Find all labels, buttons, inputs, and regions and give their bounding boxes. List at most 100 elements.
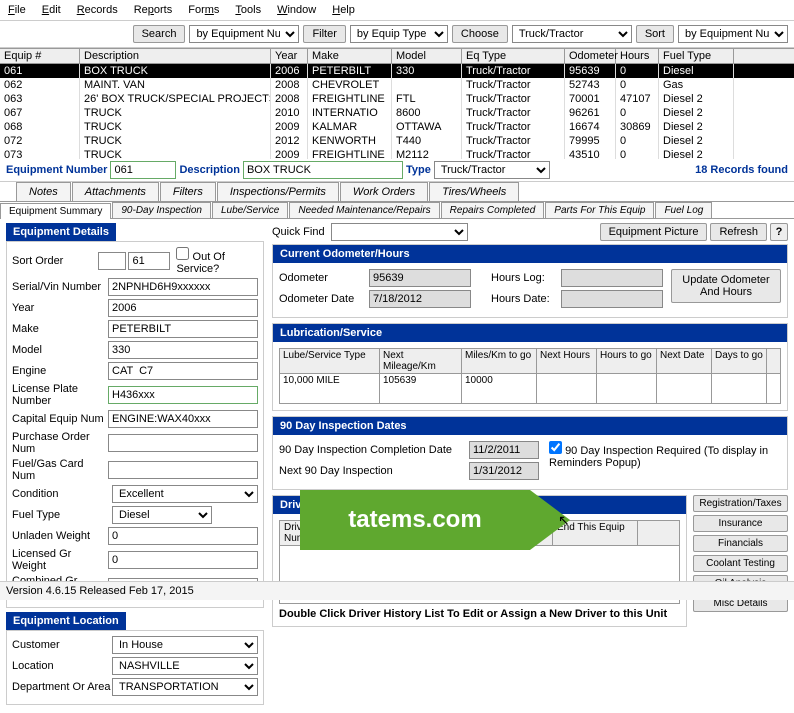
infobar: Equipment Number Description Type Truck/… bbox=[0, 159, 794, 182]
tab-inspections[interactable]: Inspections/Permits bbox=[217, 182, 339, 201]
tab-filters[interactable]: Filters bbox=[160, 182, 216, 201]
lube-col-htogo: Hours to go bbox=[597, 349, 657, 373]
odometer-section: Current Odometer/Hours Odometer Hours Lo… bbox=[272, 244, 788, 318]
condition-select[interactable]: Excellent bbox=[112, 485, 258, 503]
coolant-button[interactable]: Coolant Testing bbox=[693, 555, 788, 572]
tab-workorders[interactable]: Work Orders bbox=[340, 182, 428, 201]
table-row[interactable]: 072TRUCK2012KENWORTHT440Truck/Tractor799… bbox=[0, 134, 794, 148]
cursor-icon: ↖ bbox=[558, 512, 570, 529]
lube-grid-header: Lube/Service Type Next Mileage/Km Miles/… bbox=[279, 348, 781, 374]
menu-forms[interactable]: Forms bbox=[188, 4, 219, 16]
location-select[interactable]: NASHVILLE bbox=[112, 657, 258, 675]
grid-body[interactable]: 061BOX TRUCK2006PETERBILT330Truck/Tracto… bbox=[0, 64, 794, 159]
tab-summary[interactable]: Equipment Summary bbox=[0, 203, 111, 219]
menu-reports[interactable]: Reports bbox=[134, 4, 173, 16]
model-label: Model bbox=[12, 344, 108, 356]
col-equip[interactable]: Equip # bbox=[0, 49, 80, 63]
menu-tools[interactable]: Tools bbox=[235, 4, 261, 16]
capeq-field[interactable] bbox=[108, 410, 258, 428]
toolbar: Search by Equipment Num Filter by Equip … bbox=[0, 21, 794, 48]
tab-fuellog[interactable]: Fuel Log bbox=[655, 202, 712, 218]
vin-field[interactable] bbox=[108, 278, 258, 296]
engine-field[interactable] bbox=[108, 362, 258, 380]
choose-button[interactable]: Choose bbox=[452, 25, 508, 43]
col-make[interactable]: Make bbox=[308, 49, 392, 63]
outofservice-check[interactable]: Out Of Service? bbox=[176, 247, 258, 275]
tab-tires[interactable]: Tires/Wheels bbox=[429, 182, 519, 201]
sortorder-spin[interactable] bbox=[98, 252, 126, 270]
customer-select[interactable]: In House bbox=[112, 636, 258, 654]
tab-repairs[interactable]: Repairs Completed bbox=[441, 202, 545, 218]
tab-parts[interactable]: Parts For This Equip bbox=[545, 202, 654, 218]
eqnum-field[interactable] bbox=[110, 161, 176, 179]
tab-90day[interactable]: 90-Day Inspection bbox=[112, 202, 211, 218]
col-desc[interactable]: Description bbox=[80, 49, 271, 63]
tab-needed[interactable]: Needed Maintenance/Repairs bbox=[289, 202, 439, 218]
od-field[interactable] bbox=[369, 269, 471, 287]
table-row[interactable]: 062MAINT. VAN2008CHEVROLETTruck/Tractor5… bbox=[0, 78, 794, 92]
col-hrs[interactable]: Hours bbox=[616, 49, 659, 63]
insp-next-field[interactable] bbox=[469, 462, 539, 480]
financials-button[interactable]: Financials bbox=[693, 535, 788, 552]
sortorder-field[interactable] bbox=[128, 252, 170, 270]
tab-notes[interactable]: Notes bbox=[16, 182, 71, 201]
plate-field[interactable] bbox=[108, 386, 258, 404]
menu-file[interactable]: File bbox=[8, 4, 26, 16]
oddate-field[interactable] bbox=[369, 290, 471, 308]
table-row[interactable]: 068TRUCK2009KALMAROTTAWATruck/Tractor166… bbox=[0, 120, 794, 134]
year-field[interactable] bbox=[108, 299, 258, 317]
registration-button[interactable]: Registration/Taxes bbox=[693, 495, 788, 512]
quickfind-select[interactable] bbox=[331, 223, 469, 241]
help-icon[interactable]: ? bbox=[770, 223, 788, 241]
hrdate-field[interactable] bbox=[561, 290, 663, 308]
oddate-label: Odometer Date bbox=[279, 293, 369, 305]
po-field[interactable] bbox=[108, 434, 258, 452]
lube-section: Lubrication/Service Lube/Service Type Ne… bbox=[272, 323, 788, 411]
dept-select[interactable]: TRANSPORTATION bbox=[112, 678, 258, 696]
col-eqtype[interactable]: Eq Type bbox=[462, 49, 565, 63]
update-odo-button[interactable]: Update Odometer And Hours bbox=[671, 269, 781, 303]
col-fuel[interactable]: Fuel Type bbox=[659, 49, 734, 63]
col-odo[interactable]: Odometer bbox=[565, 49, 616, 63]
grid-header: Equip # Description Year Make Model Eq T… bbox=[0, 48, 794, 64]
search-by-select[interactable]: by Equipment Num bbox=[189, 25, 299, 43]
col-model[interactable]: Model bbox=[392, 49, 462, 63]
make-field[interactable] bbox=[108, 320, 258, 338]
fueltype-label: Fuel Type bbox=[12, 509, 112, 521]
menu-records[interactable]: Records bbox=[77, 4, 118, 16]
licgr-field[interactable] bbox=[108, 551, 258, 569]
unladen-field[interactable] bbox=[108, 527, 258, 545]
model-field[interactable] bbox=[108, 341, 258, 359]
fuelcard-field[interactable] bbox=[108, 461, 258, 479]
dept-label: Department Or Area bbox=[12, 681, 112, 693]
od-label: Odometer bbox=[279, 272, 369, 284]
filter-by-select[interactable]: by Equip Type bbox=[350, 25, 448, 43]
desc-field[interactable] bbox=[243, 161, 403, 179]
tab-attachments[interactable]: Attachments bbox=[72, 182, 159, 201]
tab-lube[interactable]: Lube/Service bbox=[212, 202, 288, 218]
equipment-picture-button[interactable]: Equipment Picture bbox=[600, 223, 708, 241]
table-row[interactable]: 067TRUCK2010INTERNATIO8600Truck/Tractor9… bbox=[0, 106, 794, 120]
fueltype-select[interactable]: Diesel bbox=[112, 506, 212, 524]
type-select[interactable]: Truck/Tractor bbox=[434, 161, 550, 179]
hrlog-field[interactable] bbox=[561, 269, 663, 287]
choose-select[interactable]: Truck/Tractor bbox=[512, 25, 632, 43]
refresh-button[interactable]: Refresh bbox=[710, 223, 767, 241]
insp-required-check[interactable]: 90 Day Inspection Required (To display i… bbox=[549, 441, 781, 483]
insp-compl-field[interactable] bbox=[469, 441, 539, 459]
filter-button[interactable]: Filter bbox=[303, 25, 345, 43]
side-buttons: Registration/Taxes Insurance Financials … bbox=[693, 495, 788, 632]
col-year[interactable]: Year bbox=[271, 49, 308, 63]
menu-window[interactable]: Window bbox=[277, 4, 316, 16]
lube-col-type: Lube/Service Type bbox=[280, 349, 380, 373]
menu-edit[interactable]: Edit bbox=[42, 4, 61, 16]
search-button[interactable]: Search bbox=[133, 25, 186, 43]
table-row[interactable]: 061BOX TRUCK2006PETERBILT330Truck/Tracto… bbox=[0, 64, 794, 78]
table-row[interactable]: 06326' BOX TRUCK/SPECIAL PROJECTS2008FRE… bbox=[0, 92, 794, 106]
table-row[interactable]: 073TRUCK2009FREIGHTLINEM2112Truck/Tracto… bbox=[0, 148, 794, 159]
insurance-button[interactable]: Insurance bbox=[693, 515, 788, 532]
sort-button[interactable]: Sort bbox=[636, 25, 674, 43]
lube-row[interactable]: 10,000 MILE 105639 10000 bbox=[279, 374, 781, 404]
menu-help[interactable]: Help bbox=[332, 4, 355, 16]
sort-by-select[interactable]: by Equipment Num bbox=[678, 25, 788, 43]
